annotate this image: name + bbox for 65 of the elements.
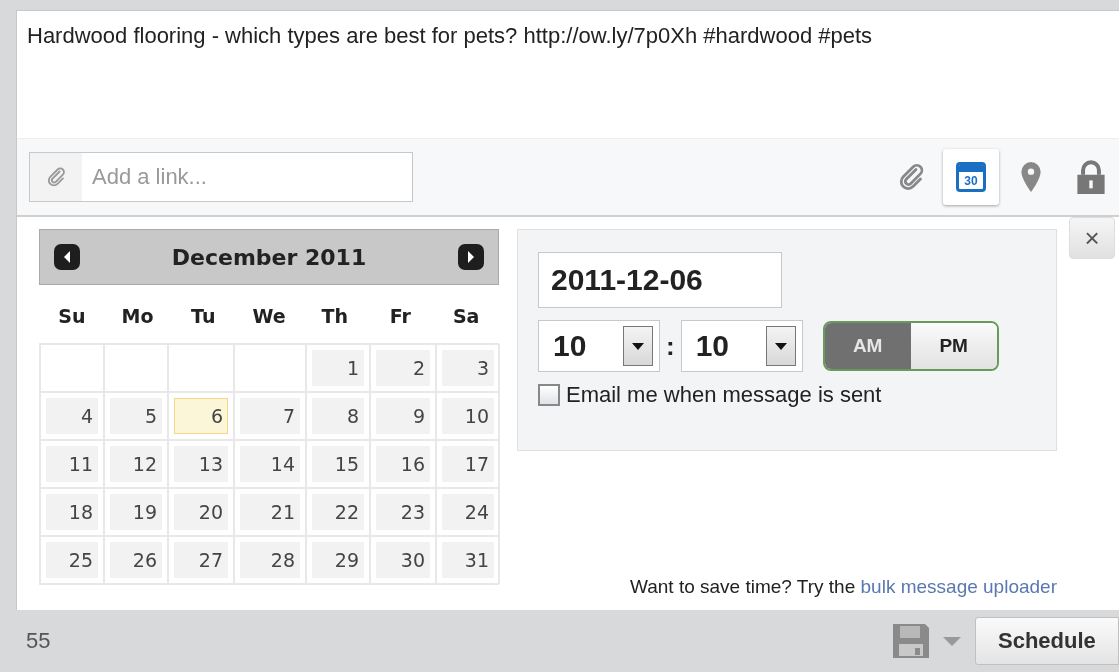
weekday-label: Tu	[190, 305, 217, 327]
map-pin-icon	[1020, 161, 1042, 193]
meridiem-toggle[interactable]: AM	[824, 323, 911, 369]
left-arrow-icon	[62, 250, 72, 264]
meridiem-toggle[interactable]: PM	[910, 323, 997, 369]
calendar-day[interactable]: 6	[174, 398, 228, 434]
caret-icon[interactable]	[943, 636, 961, 646]
calendar-day[interactable]: 16	[376, 446, 430, 482]
caret-icon	[774, 342, 787, 350]
bulk-uploader-link[interactable]: bulk message uploader	[860, 576, 1057, 597]
paperclip-icon	[45, 165, 67, 189]
calendar-day[interactable]: 23	[376, 494, 430, 530]
calendar-day[interactable]: 29	[312, 542, 364, 578]
calendar-day[interactable]: 13	[174, 446, 228, 482]
weekday-label: Mo	[120, 305, 155, 327]
calendar-day[interactable]: 9	[376, 398, 430, 434]
weekday-label: Su	[57, 305, 87, 327]
calendar-day[interactable]: 2	[376, 350, 430, 386]
right-arrow-icon	[466, 250, 476, 264]
calendar-day[interactable]: 12	[110, 446, 162, 482]
next-month-button[interactable]	[458, 244, 484, 270]
calendar-day[interactable]: 11	[46, 446, 98, 482]
calendar-day[interactable]: 15	[312, 446, 364, 482]
calendar-day[interactable]: 14	[240, 446, 300, 482]
character-count: 55	[26, 628, 51, 654]
calendar-day[interactable]: 19	[110, 494, 162, 530]
minute-select[interactable]: 10	[680, 320, 803, 372]
calendar-day[interactable]: 4	[46, 398, 98, 434]
calendar-day[interactable]: 27	[174, 542, 228, 578]
hour-select[interactable]: 10	[538, 320, 660, 372]
calendar-day[interactable]: 18	[46, 494, 98, 530]
date-field[interactable]: 2011-12-06	[538, 252, 782, 308]
calendar-day[interactable]: 17	[442, 446, 494, 482]
calendar-day[interactable]: 26	[110, 542, 162, 578]
weekday-label: We	[251, 305, 287, 327]
calendar-day[interactable]: 28	[240, 542, 300, 578]
calendar-day[interactable]: 3	[442, 350, 494, 386]
calendar-day[interactable]: 25	[46, 542, 98, 578]
email-checkbox[interactable]	[538, 384, 560, 406]
weekday-label: Sa	[451, 305, 481, 327]
calendar-day[interactable]: 7	[240, 398, 300, 434]
calendar-day[interactable]: 8	[312, 398, 364, 434]
calendar-day[interactable]: 24	[442, 494, 494, 530]
calendar-day[interactable]: 20	[174, 494, 228, 530]
toolbar-button[interactable]: 30	[943, 149, 999, 205]
link-field[interactable]: Add a link...	[29, 152, 413, 202]
weekday-label: Fr	[388, 305, 412, 327]
bulk-upload-hint: Want to save time? Try the bulk message uploader	[629, 576, 1057, 598]
month-title: December 2011	[171, 244, 367, 270]
time-separator: :	[666, 330, 675, 362]
weekday-label: Th	[320, 305, 349, 327]
calendar-day[interactable]: 31	[442, 542, 494, 578]
caret-icon	[632, 342, 644, 350]
calendar-day[interactable]: 1	[312, 350, 364, 386]
calendar-day[interactable]: 10	[442, 398, 494, 434]
calendar-day[interactable]: 21	[240, 494, 300, 530]
previous-month-button[interactable]	[54, 244, 80, 270]
lock-icon	[1075, 160, 1107, 194]
calendar-day[interactable]: 30	[376, 542, 430, 578]
close-button[interactable]: ×	[1069, 217, 1115, 259]
calendar-day[interactable]: 5	[110, 398, 162, 434]
calendar-icon: 30	[956, 162, 986, 192]
schedule-button[interactable]: Schedule	[975, 617, 1119, 665]
email-option-label: Email me when message is sent	[566, 382, 882, 408]
calendar-day[interactable]: 22	[312, 494, 364, 530]
